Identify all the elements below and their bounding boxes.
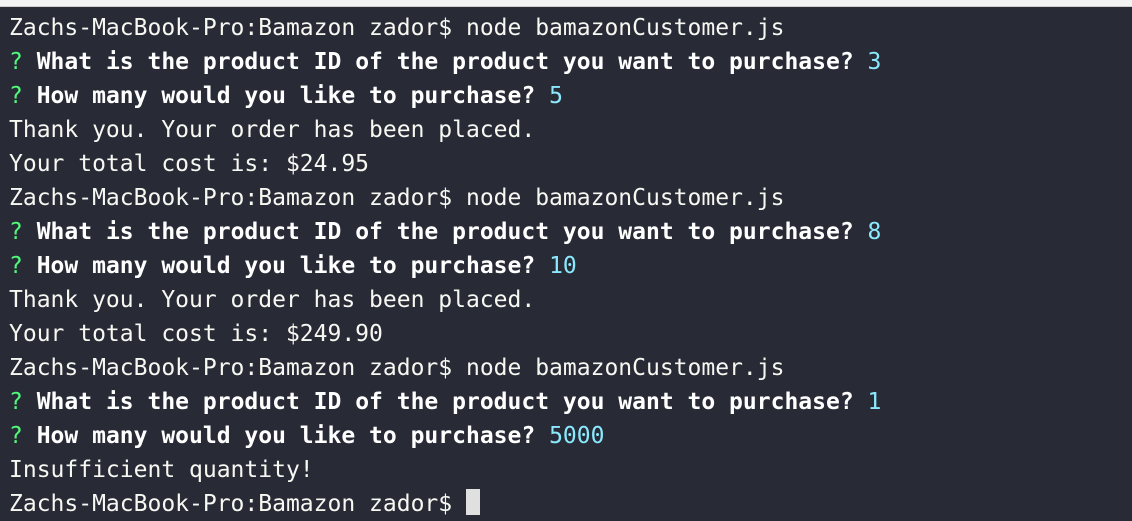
terminal-line-question: ? How many would you like to purchase? 5…	[9, 419, 1132, 453]
terminal-line-command[interactable]: Zachs-MacBook-Pro:Bamazon zador$	[9, 487, 1132, 521]
shell-command: node bamazonCustomer.js	[465, 355, 785, 381]
terminal-line-command: Zachs-MacBook-Pro:Bamazon zador$ node ba…	[9, 181, 1132, 215]
question-text: How many would you like to purchase?	[36, 423, 550, 449]
shell-prompt: Zachs-MacBook-Pro:Bamazon zador$	[9, 355, 466, 381]
terminal-line-output: Your total cost is: $24.95	[9, 151, 370, 177]
shell-prompt: Zachs-MacBook-Pro:Bamazon zador$	[9, 491, 466, 517]
terminal-line-output: Thank you. Your order has been placed.	[9, 287, 536, 313]
question-text: What is the product ID of the product yo…	[36, 49, 868, 75]
terminal-line-command: Zachs-MacBook-Pro:Bamazon zador$ node ba…	[9, 351, 1132, 385]
question-text: How many would you like to purchase?	[36, 253, 550, 279]
shell-prompt: Zachs-MacBook-Pro:Bamazon zador$	[9, 185, 466, 211]
question-text: What is the product ID of the product yo…	[36, 219, 868, 245]
terminal-line-question: ? What is the product ID of the product …	[9, 385, 1132, 419]
window-top-edge	[0, 0, 1132, 7]
question-answer: 8	[867, 219, 882, 245]
terminal-line-question: ? How many would you like to purchase? 5	[9, 79, 1132, 113]
terminal-line-output: Your total cost is: $249.90	[9, 321, 383, 347]
question-text: How many would you like to purchase?	[36, 83, 550, 109]
terminal-line-question: ? How many would you like to purchase? 1…	[9, 249, 1132, 283]
terminal-line-command: Zachs-MacBook-Pro:Bamazon zador$ node ba…	[9, 11, 1132, 45]
shell-command: node bamazonCustomer.js	[465, 185, 785, 211]
question-mark-icon: ?	[9, 389, 37, 415]
question-answer: 10	[549, 253, 577, 279]
question-mark-icon: ?	[9, 253, 37, 279]
question-answer: 3	[867, 49, 882, 75]
question-mark-icon: ?	[9, 219, 37, 245]
terminal-window[interactable]: Zachs-MacBook-Pro:Bamazon zador$ node ba…	[0, 7, 1132, 517]
question-answer: 5000	[549, 423, 605, 449]
question-answer: 1	[867, 389, 882, 415]
terminal-line-output: Insufficient quantity!	[9, 457, 314, 483]
text-cursor[interactable]	[465, 489, 480, 515]
shell-prompt: Zachs-MacBook-Pro:Bamazon zador$	[9, 15, 466, 41]
terminal-line-question: ? What is the product ID of the product …	[9, 45, 1132, 79]
terminal-line-question: ? What is the product ID of the product …	[9, 215, 1132, 249]
question-text: What is the product ID of the product yo…	[36, 389, 868, 415]
question-mark-icon: ?	[9, 49, 37, 75]
terminal-line-output: Thank you. Your order has been placed.	[9, 117, 536, 143]
shell-command: node bamazonCustomer.js	[465, 15, 785, 41]
question-mark-icon: ?	[9, 423, 37, 449]
question-mark-icon: ?	[9, 83, 37, 109]
question-answer: 5	[549, 83, 563, 109]
